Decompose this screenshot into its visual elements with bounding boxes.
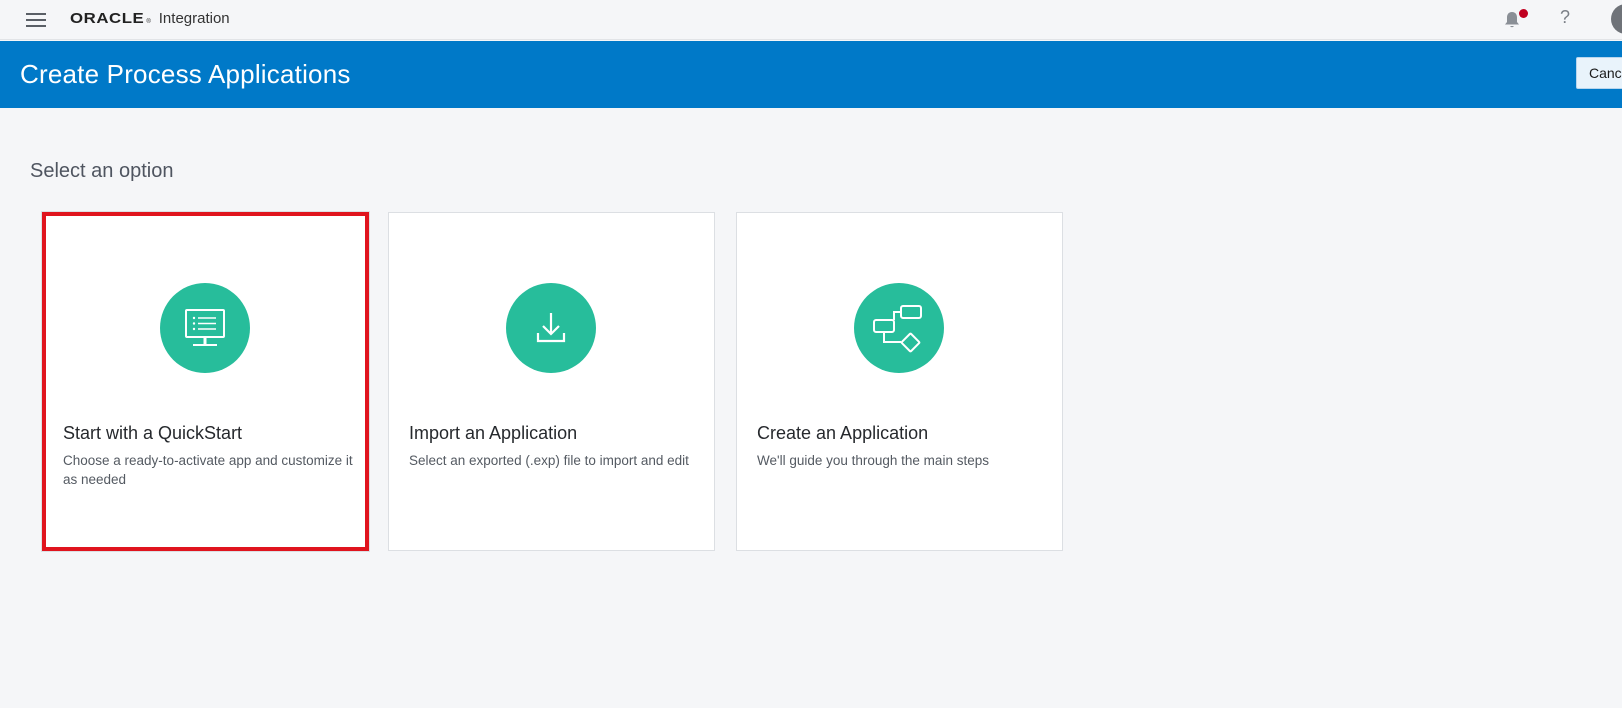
top-bar: ORACLE ® Integration ? bbox=[0, 0, 1622, 40]
hamburger-menu-icon[interactable] bbox=[26, 13, 46, 27]
option-description: Choose a ready-to-activate app and custo… bbox=[63, 453, 353, 487]
option-card-quickstart[interactable]: Start with a QuickStart Choose a ready-t… bbox=[42, 212, 369, 551]
brand-registered-mark: ® bbox=[146, 19, 151, 25]
cancel-button[interactable]: Cancel bbox=[1576, 57, 1622, 89]
monitor-icon bbox=[160, 283, 250, 373]
notification-dot bbox=[1519, 9, 1528, 18]
page-banner: Create Process Applications bbox=[0, 41, 1622, 108]
option-title: Start with a QuickStart bbox=[63, 423, 243, 443]
brand-logo: ORACLE ® Integration bbox=[70, 10, 230, 32]
product-name: Integration bbox=[158, 10, 230, 27]
option-title: Create an Application bbox=[757, 423, 929, 443]
option-description: Select an exported (.exp) file to import… bbox=[409, 453, 689, 468]
download-icon bbox=[506, 283, 596, 373]
page-title: Create Process Applications bbox=[20, 59, 351, 89]
flow-diagram-icon bbox=[854, 283, 944, 373]
option-title: Import an Application bbox=[409, 423, 578, 443]
option-description: We'll guide you through the main steps bbox=[757, 453, 989, 468]
option-card-import[interactable]: Import an Application Select an exported… bbox=[388, 212, 715, 551]
section-heading: Select an option bbox=[30, 160, 174, 182]
avatar[interactable] bbox=[1611, 4, 1622, 34]
brand-name: ORACLE bbox=[70, 10, 145, 27]
option-card-create[interactable]: Create an Application We'll guide you th… bbox=[736, 212, 1063, 551]
help-icon[interactable]: ? bbox=[1560, 7, 1570, 28]
